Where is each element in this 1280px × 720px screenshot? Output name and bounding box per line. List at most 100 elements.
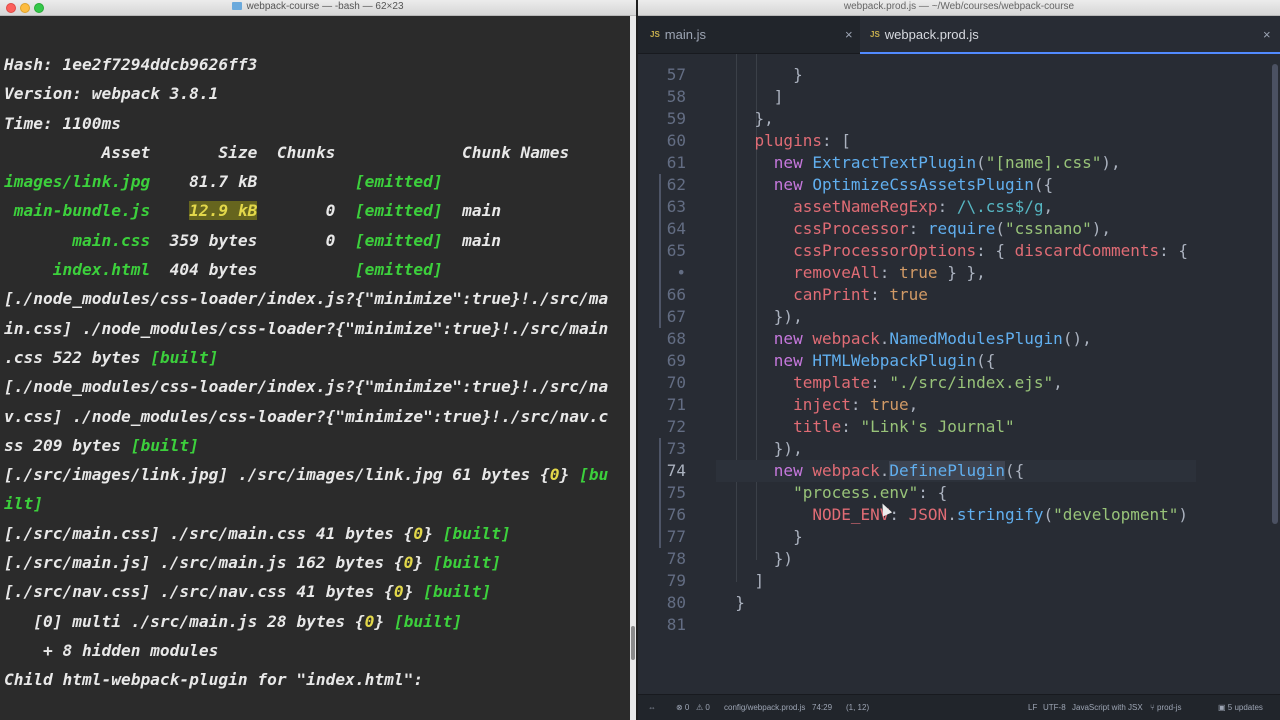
terminal-line: Hash: 1ee2f7294ddcb9626ff3 [4, 50, 608, 79]
code-token: ), [1091, 219, 1111, 238]
line-number: 66 [666, 285, 686, 304]
line-number-gutter[interactable]: 57 58 59 60 61 62 63 64 65 • 66 67 68 69 70 71 72 73 74 75 7… [638, 54, 716, 694]
code-token: template [793, 373, 871, 392]
terminal-scrollbar[interactable] [630, 16, 636, 720]
code-editor[interactable]: } ] }, plugins: [ new ExtractTextPlugin(… [716, 54, 1276, 694]
editor-scrollbar[interactable] [1270, 54, 1280, 694]
package-updates[interactable]: ▣ 5 updates [1218, 695, 1263, 720]
terminal-line: Asset Size Chunks Chunk Names [4, 138, 608, 167]
line-number: 64 [666, 219, 686, 238]
error-count[interactable]: ⊗ 0 [676, 695, 689, 720]
code-token: new [773, 329, 803, 348]
terminal-text: [emitted] [354, 172, 443, 192]
package-updates-label: 5 updates [1227, 703, 1263, 712]
grammar-selector[interactable]: JavaScript with JSX [1072, 695, 1143, 720]
code-token: new [773, 153, 803, 172]
code-line: canPrint: true [716, 284, 928, 306]
tab-main-js[interactable]: JS main.js × [638, 16, 860, 54]
cursor-position[interactable]: 74:29 [812, 695, 832, 720]
terminal-text: [./src/nav.css] ./src/nav.css 41 bytes { [4, 582, 394, 602]
editor-tab-bar: JS main.js × JS webpack.prod.js × [638, 16, 1280, 54]
terminal-text: Child html-webpack-plugin for "index.htm… [4, 670, 424, 690]
terminal-text: + 8 hidden modules [4, 640, 219, 660]
terminal-line: [./node_modules/css-loader/index.js?{"mi… [4, 372, 608, 401]
code-token: "[name].css" [985, 153, 1102, 172]
line-number: 59 [666, 109, 686, 128]
code-token: discardComments [1014, 241, 1160, 260]
terminal-text: images/link.jpg [4, 172, 151, 192]
git-branch[interactable]: ⑂ prod-js [1150, 695, 1181, 720]
code-token: "cssnano" [1005, 219, 1092, 238]
code-token: ({ [976, 351, 996, 370]
code-token: }), [716, 439, 803, 458]
code-token: } [716, 65, 803, 84]
terminal-scroll-thumb[interactable] [631, 626, 635, 660]
close-tab-icon[interactable]: × [845, 16, 853, 54]
code-token: /\.css$/g [956, 197, 1044, 216]
terminal-text: } [403, 582, 424, 602]
code-token: }) [716, 549, 794, 568]
line-number: 74 [666, 461, 686, 480]
line-number: 79 [666, 571, 686, 590]
code-token: : { [918, 483, 948, 502]
code-token: . [879, 329, 890, 348]
code-token: true [889, 285, 928, 304]
terminal-text: [built] [442, 523, 511, 543]
code-line: ] [716, 86, 784, 108]
terminal-line: ss 209 bytes [built] [4, 431, 608, 460]
js-file-icon: JS [870, 30, 880, 39]
file-path[interactable]: config/webpack.prod.js [724, 695, 805, 720]
warning-count[interactable]: ⚠ 0 [696, 695, 710, 720]
code-token: ( [995, 219, 1005, 238]
line-ending[interactable]: LF [1028, 695, 1037, 720]
terminal-text: [emitted] [354, 260, 443, 280]
code-token: } [716, 593, 745, 612]
code-line: new webpack.NamedModulesPlugin(), [716, 328, 1092, 350]
terminal-line: Child html-webpack-plugin for "index.htm… [4, 665, 608, 694]
terminal-text: main [442, 230, 502, 250]
code-line: }), [716, 306, 803, 328]
code-line: }, [716, 108, 774, 130]
code-token: } [716, 527, 803, 546]
terminal-line: main-bundle.js 12.9 kB 0 [emitted] main [4, 196, 608, 225]
code-token: ] [716, 571, 765, 590]
code-token: stringify [956, 505, 1044, 524]
tab-label: webpack.prod.js [884, 27, 979, 42]
code-token: JSON [908, 505, 948, 524]
code-token: , [1043, 197, 1054, 216]
terminal-text: 0 [364, 611, 375, 631]
editor-window: webpack.prod.js — ~/Web/courses/webpack-… [638, 0, 1280, 720]
code-token: : { [976, 241, 1015, 260]
editor-scroll-thumb[interactable] [1272, 64, 1278, 524]
terminal-text: Asset Size Chunks Chunk Names [4, 142, 570, 162]
code-token: ({ [1005, 461, 1025, 480]
tab-webpack-prod-js[interactable]: JS webpack.prod.js × [860, 16, 1280, 54]
code-token: (), [1062, 329, 1092, 348]
terminal-output[interactable]: Hash: 1ee2f7294ddcb9626ff3 Version: webpa… [0, 16, 630, 720]
tab-label: main.js [664, 27, 706, 42]
file-encoding[interactable]: UTF-8 [1043, 695, 1066, 720]
terminal-window: webpack-course — -bash — 62×23 Hash: 1ee… [0, 0, 636, 720]
terminal-line: ilt] [4, 489, 608, 518]
code-token: canPrint [793, 285, 871, 304]
terminal-text: [built] [130, 435, 199, 455]
close-tab-icon[interactable]: × [1263, 16, 1271, 54]
toggle-tree-icon[interactable]: ⇔ [648, 695, 656, 720]
code-token: . [947, 505, 957, 524]
terminal-line: images/link.jpg 81.7 kB [emitted] [4, 167, 608, 196]
selection-count[interactable]: (1, 12) [846, 695, 869, 720]
code-token: ( [1043, 505, 1054, 524]
terminal-text: 0 [393, 582, 404, 602]
terminal-text: index.html [4, 260, 151, 280]
code-token: new [773, 351, 803, 370]
terminal-text: 12.9 kB [189, 201, 258, 221]
line-number: 80 [666, 593, 686, 612]
terminal-line: [./src/main.js] ./src/main.js 162 bytes … [4, 548, 608, 577]
code-token: ExtractTextPlugin [812, 153, 977, 172]
